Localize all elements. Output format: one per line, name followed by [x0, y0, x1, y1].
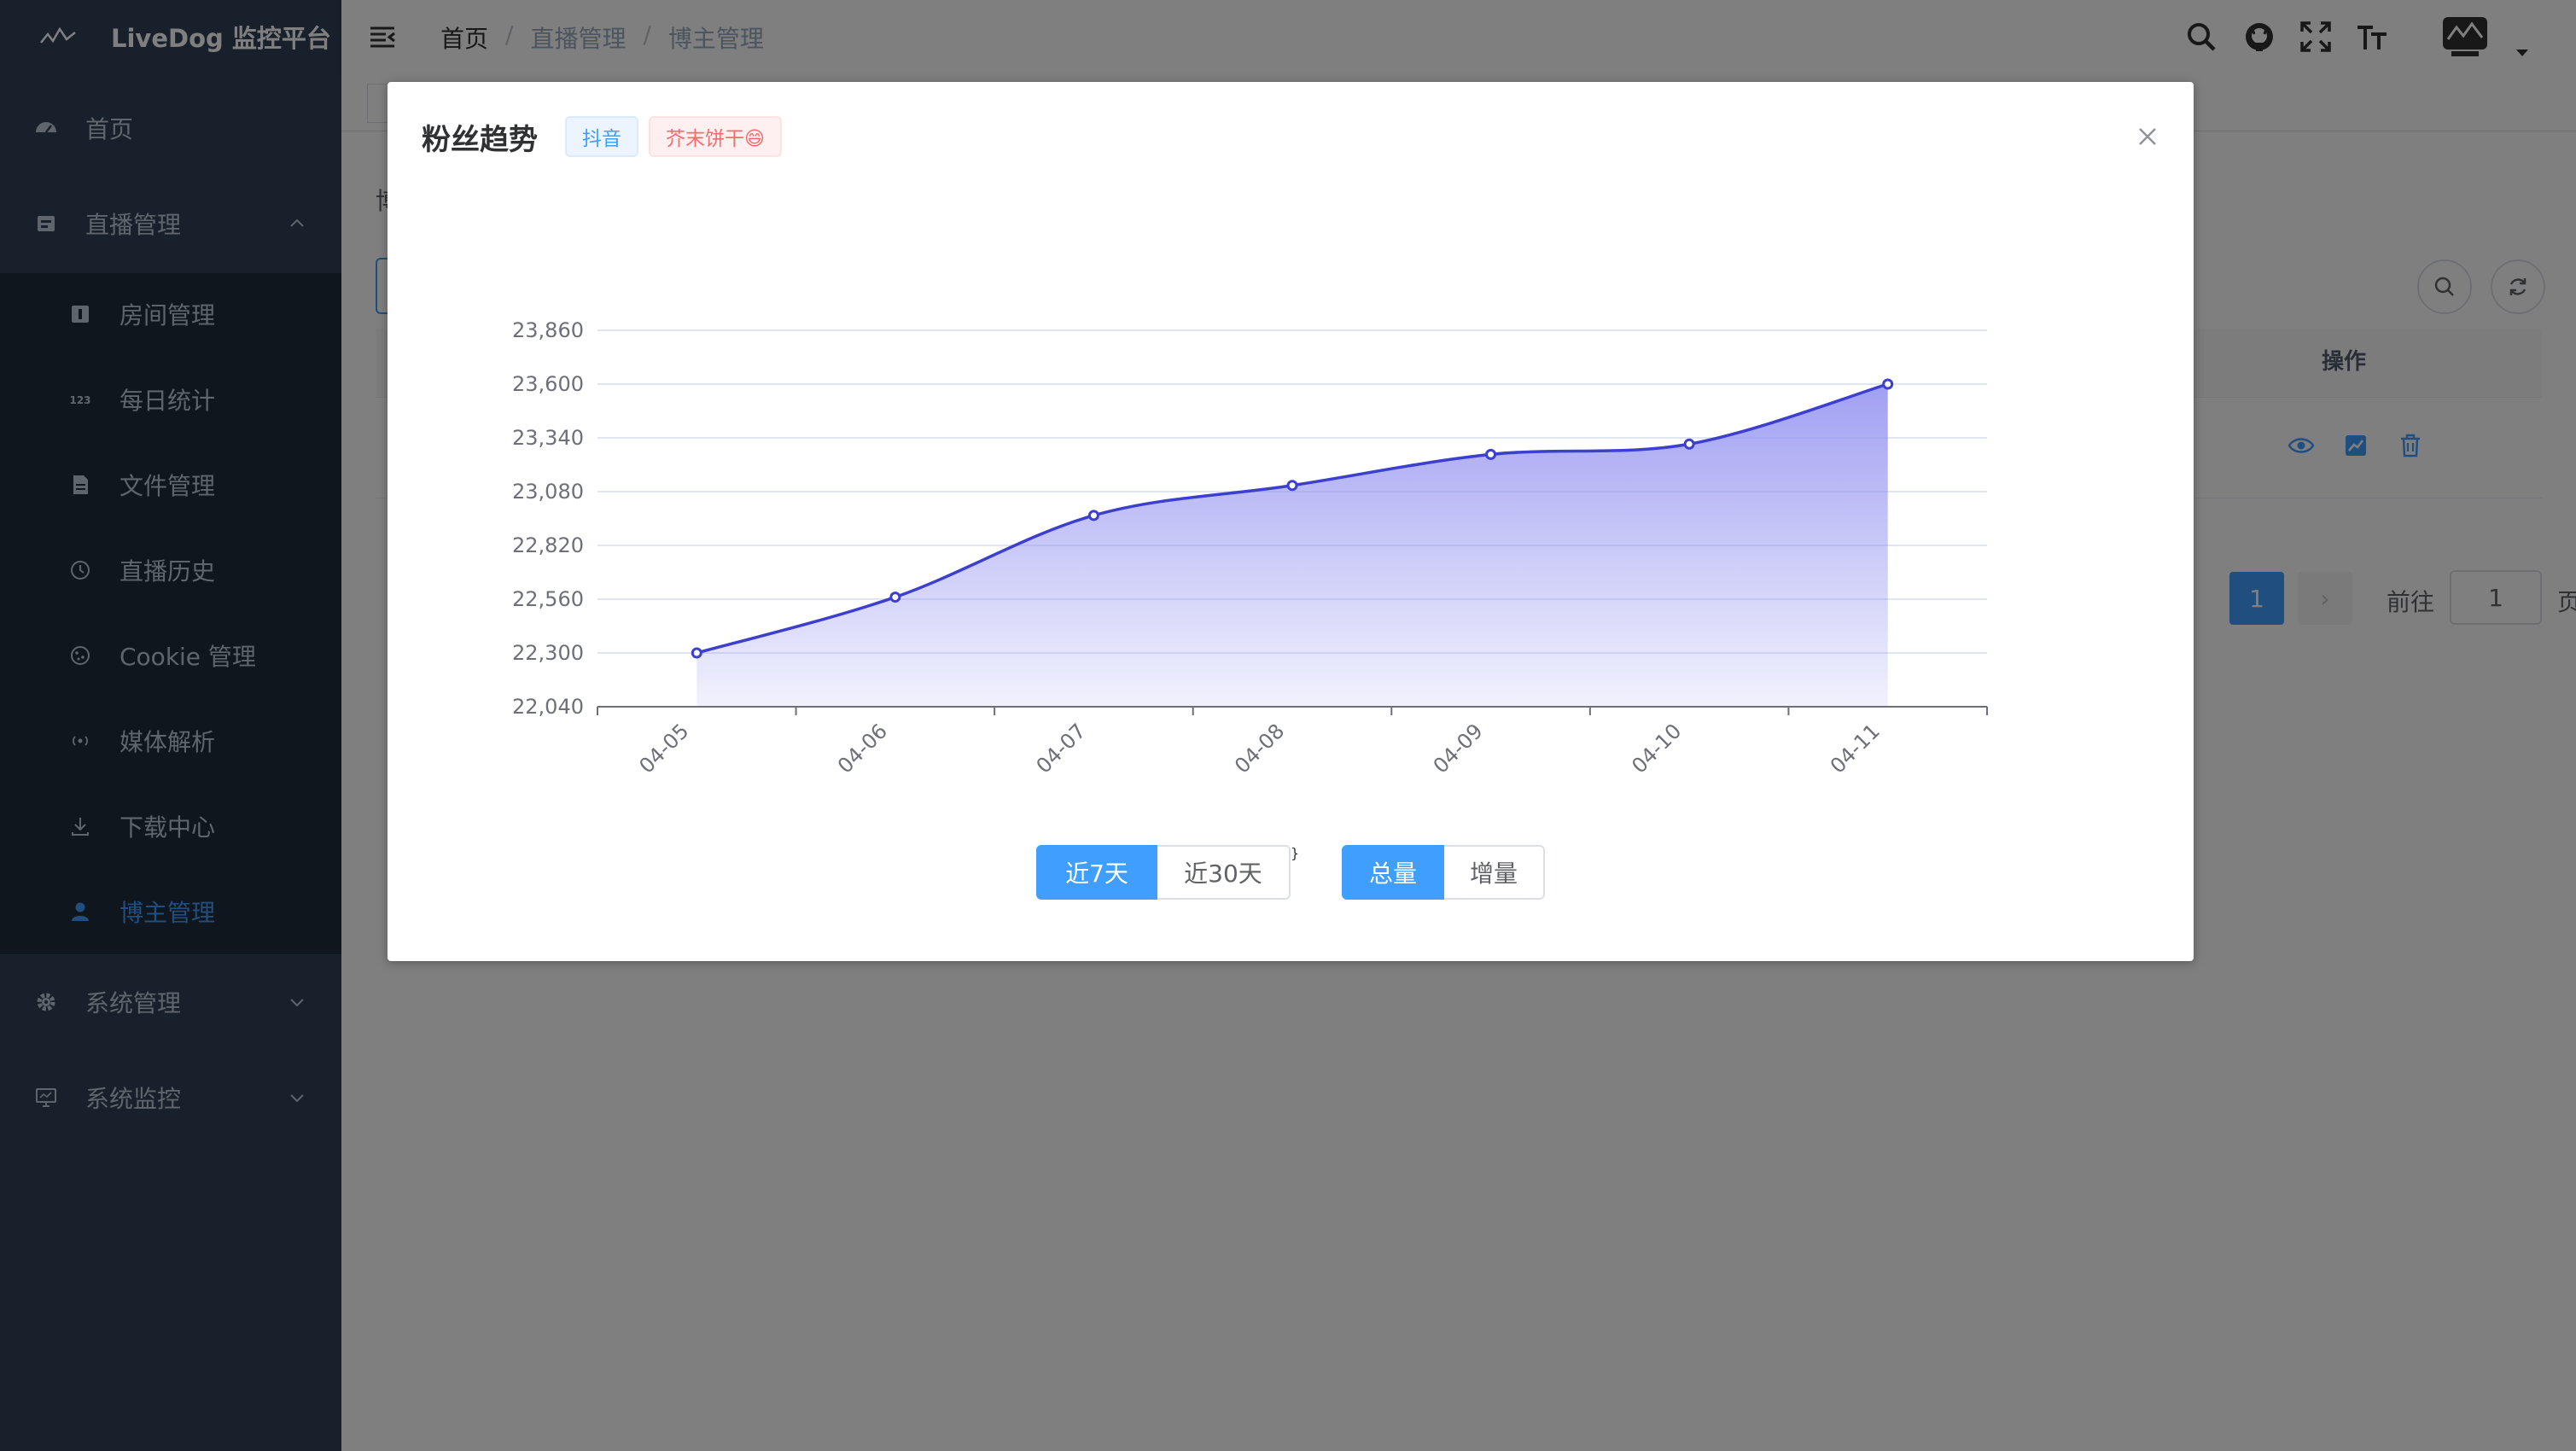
x-tick-label: 04-11: [1826, 719, 1885, 778]
y-tick-label: 22,820: [512, 533, 584, 557]
x-tick-label: 04-07: [1032, 719, 1091, 778]
x-tick-label: 04-10: [1627, 719, 1686, 778]
mode-button-group: 总量 增量: [1342, 845, 1545, 900]
mode-total-button[interactable]: 总量: [1342, 845, 1444, 900]
fans-trend-chart: 22,040 22,300 22,560 22,820 23,080 23,340 23,6…: [512, 318, 1988, 778]
data-point: [1882, 378, 1894, 390]
x-tick-label: 04-06: [833, 719, 892, 778]
range-30-days-button[interactable]: 近30天: [1157, 845, 1291, 900]
fans-trend-dialog: 粉丝趋势 抖音 芥末饼干😄 22,040 22,300 22,560 22,820 23…: [388, 82, 2194, 961]
y-tick-label: 23,860: [512, 318, 584, 342]
x-tick-label: 04-09: [1429, 719, 1488, 778]
data-point: [1683, 438, 1695, 450]
data-point: [1087, 510, 1099, 522]
data-point: [1286, 480, 1298, 492]
y-tick-label: 22,560: [512, 587, 584, 611]
data-point: [1485, 448, 1497, 460]
data-point: [691, 647, 702, 659]
y-tick-label: 22,300: [512, 641, 584, 665]
x-tick-label: 04-05: [634, 719, 693, 778]
y-tick-label: 22,040: [512, 695, 584, 719]
data-point: [889, 591, 901, 603]
mode-increment-button[interactable]: 增量: [1444, 845, 1545, 900]
y-tick-label: 23,600: [512, 372, 584, 396]
range-button-group: 近7天 近30天 }: [1036, 845, 1299, 900]
y-tick-label: 23,340: [512, 426, 584, 450]
y-tick-label: 23,080: [512, 480, 584, 504]
x-tick-label: 04-08: [1230, 719, 1289, 778]
range-7-days-button[interactable]: 近7天: [1036, 845, 1157, 900]
